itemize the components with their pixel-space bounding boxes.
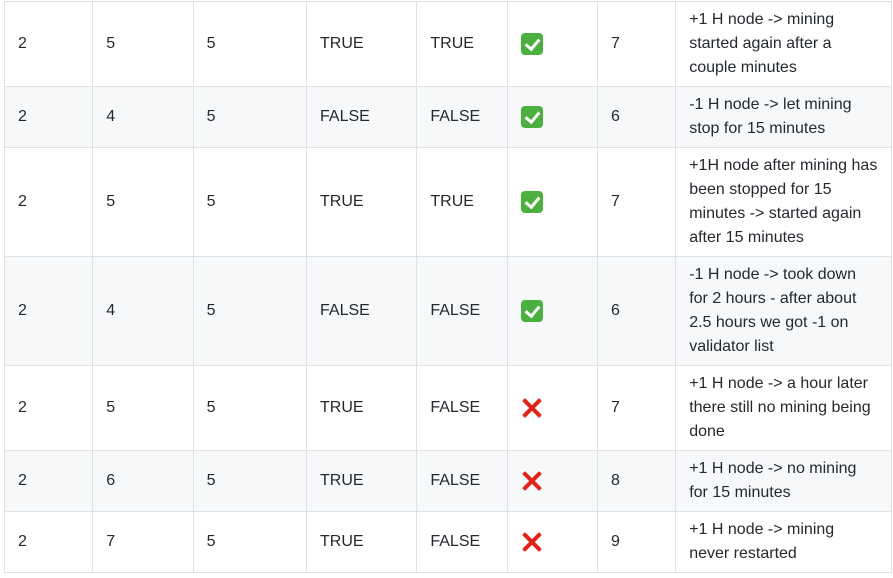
table-row: 2 5 5 TRUE TRUE 7 +1 H node -> mining st… bbox=[3, 1, 892, 87]
note-cell: -1 H node -> took down for 2 hours - aft… bbox=[675, 256, 892, 366]
table-cell: 6 bbox=[92, 450, 194, 512]
table-row: 2 7 5 TRUE FALSE 9 +1 H node -> mining n… bbox=[3, 511, 892, 573]
table-cell: 2 bbox=[3, 450, 94, 512]
table-row: 2 4 5 FALSE FALSE 6 -1 H node -> let min… bbox=[3, 86, 892, 148]
cross-mark-icon bbox=[521, 470, 543, 492]
table-cell: 5 bbox=[92, 147, 194, 257]
table-cell: FALSE bbox=[416, 86, 508, 148]
table-cell: 5 bbox=[92, 1, 194, 87]
table-cell: 5 bbox=[192, 86, 308, 148]
table-cell: 5 bbox=[192, 511, 308, 573]
table-cell: 9 bbox=[596, 511, 677, 573]
table-cell: FALSE bbox=[416, 365, 508, 451]
table-cell: TRUE bbox=[305, 365, 418, 451]
note-cell: +1H node after mining has been stopped f… bbox=[675, 147, 892, 257]
check-mark-icon bbox=[520, 190, 543, 213]
table-cell: TRUE bbox=[305, 1, 418, 87]
table-cell: 2 bbox=[3, 86, 94, 148]
table-cell: FALSE bbox=[416, 450, 508, 512]
table-cell: FALSE bbox=[416, 511, 508, 573]
table-cell: 2 bbox=[3, 147, 94, 257]
status-cell bbox=[506, 1, 598, 87]
results-table: 2 5 5 TRUE TRUE 7 +1 H node -> mining st… bbox=[3, 1, 892, 573]
table-cell: 5 bbox=[192, 450, 308, 512]
table-cell: FALSE bbox=[305, 256, 418, 366]
table-cell: FALSE bbox=[305, 86, 418, 148]
table-cell: 6 bbox=[596, 86, 677, 148]
note-cell: +1 H node -> mining started again after … bbox=[675, 1, 892, 87]
check-mark-icon bbox=[520, 32, 543, 55]
status-cell bbox=[506, 256, 598, 366]
status-cell bbox=[506, 450, 598, 512]
table-row: 2 4 5 FALSE FALSE 6 -1 H node -> took do… bbox=[3, 256, 892, 366]
table-cell: 5 bbox=[192, 1, 308, 87]
table-row: 2 6 5 TRUE FALSE 8 +1 H node -> no minin… bbox=[3, 450, 892, 512]
table-cell: TRUE bbox=[305, 147, 418, 257]
table-cell: 6 bbox=[596, 256, 677, 366]
table-cell: 2 bbox=[3, 1, 94, 87]
table-cell: 7 bbox=[596, 1, 677, 87]
table-cell: 5 bbox=[192, 365, 308, 451]
table-cell: 7 bbox=[92, 511, 194, 573]
table-cell: 5 bbox=[192, 256, 308, 366]
table-cell: TRUE bbox=[305, 511, 418, 573]
status-cell bbox=[506, 86, 598, 148]
status-cell bbox=[506, 147, 598, 257]
table-cell: 4 bbox=[92, 86, 194, 148]
note-cell: +1 H node -> a hour later there still no… bbox=[675, 365, 892, 451]
note-cell: -1 H node -> let mining stop for 15 minu… bbox=[675, 86, 892, 148]
table-row: 2 5 5 TRUE FALSE 7 +1 H node -> a hour l… bbox=[3, 365, 892, 451]
cross-mark-icon bbox=[521, 397, 543, 419]
table-cell: 8 bbox=[596, 450, 677, 512]
check-mark-icon bbox=[520, 299, 543, 322]
table-cell: 4 bbox=[92, 256, 194, 366]
table-cell: 7 bbox=[596, 147, 677, 257]
table-cell: 5 bbox=[92, 365, 194, 451]
table-cell: TRUE bbox=[416, 1, 508, 87]
table-cell: 2 bbox=[3, 511, 94, 573]
table-cell: 2 bbox=[3, 256, 94, 366]
table-cell: TRUE bbox=[416, 147, 508, 257]
cross-mark-icon bbox=[521, 531, 543, 553]
table-cell: 5 bbox=[192, 147, 308, 257]
check-mark-icon bbox=[520, 105, 543, 128]
table-cell: FALSE bbox=[416, 256, 508, 366]
note-cell: +1 H node -> no mining for 15 minutes bbox=[675, 450, 892, 512]
table-row: 2 5 5 TRUE TRUE 7 +1H node after mining … bbox=[3, 147, 892, 257]
status-cell bbox=[506, 365, 598, 451]
table-cell: 2 bbox=[3, 365, 94, 451]
status-cell bbox=[506, 511, 598, 573]
note-cell: +1 H node -> mining never restarted bbox=[675, 511, 892, 573]
table-cell: 7 bbox=[596, 365, 677, 451]
table-cell: TRUE bbox=[305, 450, 418, 512]
